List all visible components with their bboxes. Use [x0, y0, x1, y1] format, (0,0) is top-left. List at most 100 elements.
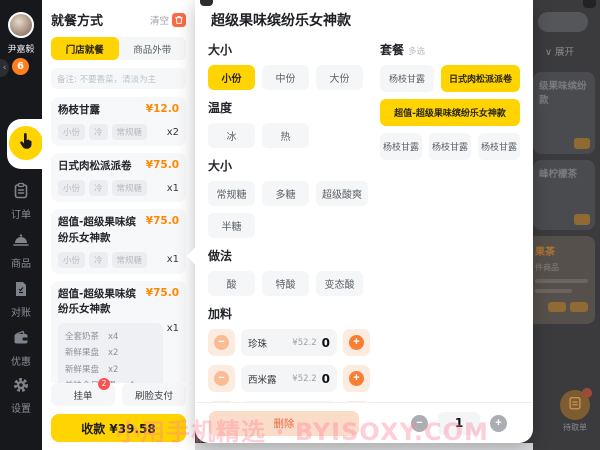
delete-item-button[interactable]: 删除 — [209, 411, 359, 436]
notification-badge: 6 — [12, 58, 29, 75]
clipboard-icon — [12, 185, 30, 204]
wallet-icon — [12, 332, 30, 351]
trash-icon — [172, 13, 186, 27]
option-chip[interactable]: 大份 — [316, 65, 363, 90]
collapse-chevron-icon[interactable]: ‹ — [0, 59, 9, 77]
minus-stepper-button[interactable]: − — [208, 329, 235, 356]
combo-chip[interactable]: 日式肉松派派卷 — [441, 65, 520, 92]
addon-item: 珍珠 ¥52.2 0 — [241, 329, 337, 356]
group-label-addons: 加料 — [208, 305, 370, 322]
product-card: 级果味缤纷款 — [533, 72, 595, 154]
avatar[interactable] — [8, 12, 34, 38]
item-qty: x2 — [167, 127, 179, 138]
item-qty: x1 — [167, 323, 179, 334]
modal-title: 超级果味缤纷乐女神款 — [211, 10, 520, 30]
option-chip[interactable]: 变态酸 — [316, 271, 363, 296]
plus-icon: + — [349, 335, 364, 350]
item-qty: x1 — [167, 254, 179, 265]
spec-tag: 冷 — [89, 180, 108, 196]
multi-select-hint: 多选 — [408, 45, 425, 57]
option-chip[interactable]: 多糖 — [262, 181, 309, 206]
report-document-icon — [12, 283, 30, 302]
plus-icon: + — [349, 371, 364, 386]
panel-close-icon — [583, 0, 596, 8]
option-chip[interactable]: 常规糖 — [208, 181, 255, 206]
modal-footer: 删除 − 1 + — [195, 402, 533, 443]
option-chip[interactable]: 中份 — [262, 65, 309, 90]
order-item[interactable]: 超值-超级果味缤纷乐女神款 ¥75.0 小份 冷 常规糖 x1 — [51, 209, 186, 273]
sidebar-item-reconcile[interactable]: 对账 — [0, 280, 42, 319]
combo-chip[interactable]: 杨枝甘露 — [429, 133, 471, 160]
spec-tag: 冷 — [89, 252, 108, 268]
spec-tag: 常规糖 — [112, 252, 148, 268]
combo-chip[interactable]: 杨枝甘露 — [380, 65, 434, 92]
clear-order-button[interactable]: 清空 — [150, 13, 186, 27]
hold-order-button[interactable]: 挂单 2 — [51, 383, 115, 406]
product-card: 峰柠檬茶 — [533, 160, 595, 230]
minus-icon: − — [214, 371, 229, 386]
item-quantity-stepper: − 1 + — [411, 412, 507, 435]
pickup-badge — [582, 388, 592, 398]
checkout-button[interactable]: 收款 ¥39.58 — [51, 414, 186, 442]
combo-chip[interactable]: 杨枝甘露 — [380, 133, 422, 160]
dine-mode-tabs: 门店就餐 商品外带 — [51, 37, 186, 60]
order-panel: 就餐方式 清空 门店就餐 商品外带 备注: 不要香菜，清淡为主 杨枝甘露 ¥12… — [42, 0, 195, 450]
order-note-input[interactable]: 备注: 不要香菜，清淡为主 — [51, 68, 186, 89]
tab-takeout[interactable]: 商品外带 — [119, 37, 187, 60]
pending-pickup-button: 待取单 — [553, 390, 597, 433]
minus-stepper-button[interactable]: − — [208, 365, 235, 392]
group-label-sugar: 大小 — [208, 157, 370, 174]
qty-plus-button[interactable]: + — [490, 415, 507, 432]
spec-tag: 常规糖 — [112, 124, 148, 140]
option-chip[interactable]: 热 — [262, 123, 309, 148]
option-chip[interactable]: 半糖 — [208, 213, 255, 238]
pickup-clipboard-icon — [567, 395, 583, 415]
popup-button — [548, 302, 566, 312]
spec-tag: 小份 — [58, 180, 85, 196]
order-item[interactable]: 杨枝甘露 ¥12.0 小份 冷 常规糖 x2 — [51, 97, 186, 146]
order-item-selected[interactable]: 超值-超级果味缤纷乐女神款 ¥75.0 全套奶茶x4 新鲜果盘x2 新鲜果盘x2… — [51, 281, 186, 383]
hold-order-badge: 2 — [98, 378, 110, 390]
sidebar-item-ordering[interactable] — [9, 126, 43, 160]
option-chip[interactable]: 超级酸爽 — [316, 181, 368, 206]
order-item-list: 杨枝甘露 ¥12.0 小份 冷 常规糖 x2 日式肉松派派卷 ¥75.0 小份 … — [51, 97, 186, 383]
minus-icon: − — [214, 335, 229, 350]
sidebar-item-orders[interactable]: 订单 — [0, 182, 42, 221]
sidebar-item-settings[interactable]: 设置 — [0, 376, 42, 415]
sidebar: 尹嘉毅 ‹ 6 订单 商品 对账 优惠 设置 — [0, 0, 42, 450]
panel-title: 就餐方式 — [51, 10, 103, 29]
option-chip[interactable]: 酸 — [208, 271, 255, 296]
sidebar-item-products[interactable]: 商品 — [0, 231, 42, 270]
order-item[interactable]: 日式肉松派派卷 ¥75.0 小份 冷 常规糖 x1 — [51, 153, 186, 202]
combo-chip[interactable]: 超值-超级果味缤纷乐女神款 — [380, 99, 520, 126]
product-customize-modal: 超级果味缤纷乐女神款 大小 小份 中份 大份 温度 冰 热 大小 常规糖 多糖 — [195, 0, 533, 443]
combo-components: 全套奶茶x4 新鲜果盘x2 新鲜果盘x2 美味全日坚果x1 — [58, 323, 163, 383]
face-pay-button[interactable]: 刷脸支付 — [122, 383, 186, 406]
modal-close-icon[interactable] — [200, 0, 213, 6]
hand-pointer-icon — [17, 132, 35, 154]
addon-row: − 西米露 ¥52.2 0 + — [208, 365, 370, 392]
group-label-temperature: 温度 — [208, 99, 370, 116]
dish-cloche-icon — [12, 234, 30, 253]
plus-stepper-button[interactable]: + — [343, 365, 370, 392]
option-chip[interactable]: 特酸 — [262, 271, 309, 296]
group-label-size: 大小 — [208, 41, 370, 58]
qty-minus-button[interactable]: − — [411, 415, 428, 432]
addon-qty: 0 — [322, 372, 330, 386]
plus-stepper-button[interactable]: + — [343, 329, 370, 356]
tab-dine-in[interactable]: 门店就餐 — [51, 37, 119, 60]
add-to-cart-badge — [574, 214, 590, 225]
add-to-cart-badge — [574, 138, 590, 149]
cart-popup-card: 果茶 件商品 — [528, 236, 595, 324]
pos-app: 尹嘉毅 ‹ 6 订单 商品 对账 优惠 设置 — [0, 0, 600, 450]
gear-icon — [12, 379, 30, 398]
spec-tag: 小份 — [58, 252, 85, 268]
option-chip[interactable]: 冰 — [208, 123, 255, 148]
option-chip[interactable]: 小份 — [208, 65, 255, 90]
addon-item: 西米露 ¥52.2 0 — [241, 365, 337, 392]
sidebar-item-discounts[interactable]: 优惠 — [0, 329, 42, 368]
item-qty: x1 — [167, 183, 179, 194]
combo-chip[interactable]: 杨枝甘露 — [478, 133, 520, 160]
spec-tag: 小份 — [58, 124, 85, 140]
modal-bottom-strip — [195, 443, 533, 450]
